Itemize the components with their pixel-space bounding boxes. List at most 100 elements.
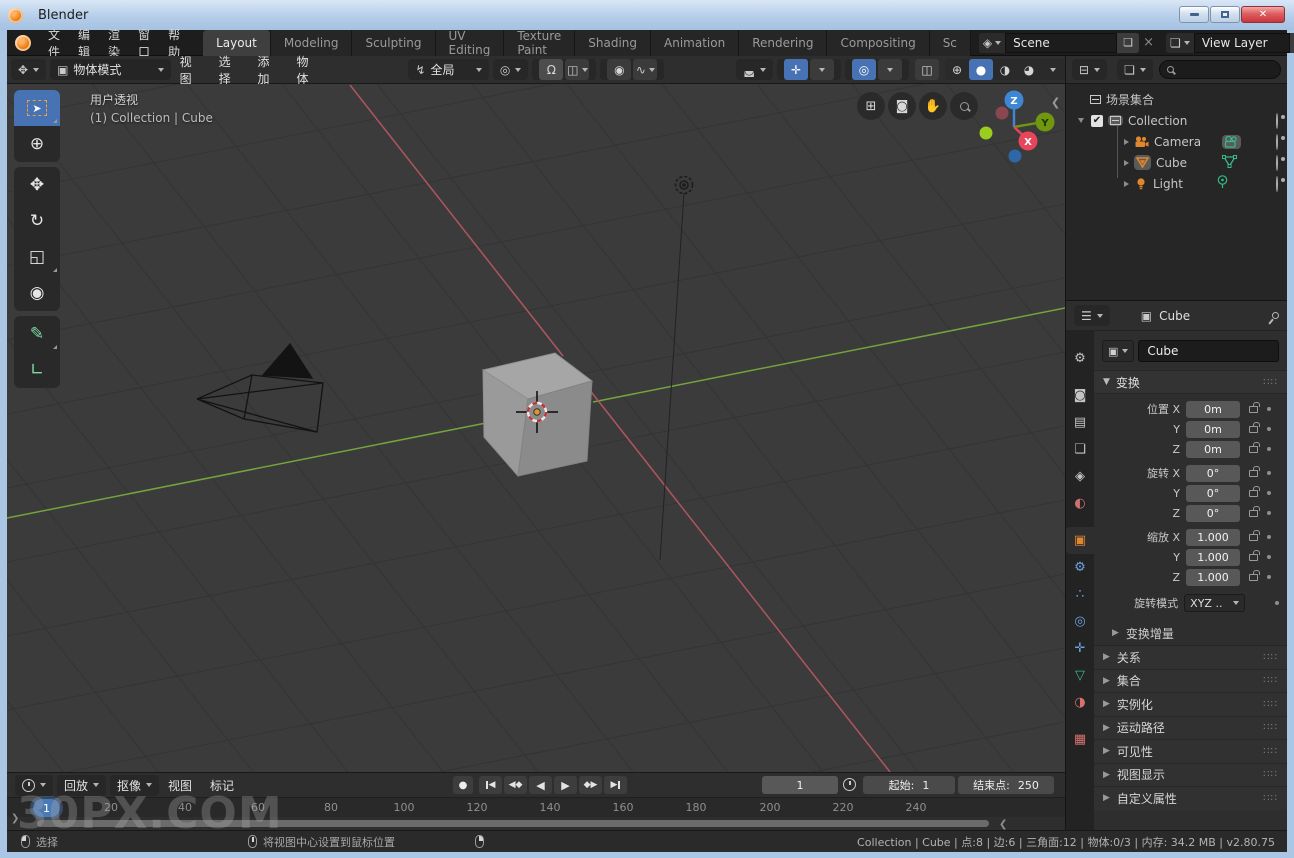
- lock-icon[interactable]: [1249, 549, 1260, 561]
- move-tool[interactable]: ✥: [14, 167, 60, 203]
- annotate-tool[interactable]: ✎: [14, 316, 60, 352]
- tab-world[interactable]: ◐: [1066, 490, 1094, 517]
- mode-dropdown[interactable]: ▣ 物体模式: [50, 59, 171, 80]
- frame-start-field[interactable]: 起始: 1: [863, 776, 955, 794]
- orientation-dropdown[interactable]: ↯ 全局: [408, 59, 489, 80]
- outliner-scene-collection-row[interactable]: 场景集合: [1066, 89, 1287, 110]
- scene-unlink-icon[interactable]: ×: [1143, 35, 1154, 50]
- lock-icon[interactable]: [1249, 569, 1260, 581]
- rotation-x-field[interactable]: 0°: [1186, 464, 1240, 482]
- collection-expand-icon[interactable]: [1078, 118, 1084, 123]
- editor-type-button[interactable]: ✥: [11, 59, 47, 80]
- eye-icon[interactable]: [1276, 175, 1278, 192]
- mesh-data-icon[interactable]: [1221, 154, 1237, 171]
- navigation-gizmo[interactable]: Z Y X: [957, 89, 1065, 179]
- collection-checkbox[interactable]: ✔: [1091, 114, 1103, 127]
- tab-render[interactable]: ◙: [1066, 382, 1094, 409]
- camera-data-icon[interactable]: [1222, 134, 1242, 149]
- menu-file[interactable]: 文件: [39, 28, 69, 59]
- tab-animation[interactable]: Animation: [651, 29, 740, 56]
- section-motion-paths[interactable]: ▶ 运动路径 ∷∷: [1094, 715, 1287, 739]
- animate-dot[interactable]: [1267, 427, 1271, 431]
- jump-to-start-button[interactable]: ◀: [479, 776, 502, 794]
- lock-icon[interactable]: [1249, 465, 1260, 477]
- tab-uv-editing[interactable]: UV Editing: [435, 29, 505, 57]
- lock-icon[interactable]: [1249, 421, 1260, 433]
- object-type-dropdown[interactable]: ▣: [1102, 340, 1135, 362]
- select-box-tool[interactable]: ➤: [14, 90, 60, 126]
- proportional-falloff-dropdown[interactable]: ∿: [633, 59, 658, 80]
- menu-render[interactable]: 渲染: [99, 28, 129, 59]
- tab-texture[interactable]: ▦: [1066, 726, 1094, 753]
- proportional-edit-icon[interactable]: ◉: [607, 59, 632, 80]
- outliner-light-row[interactable]: Light: [1066, 173, 1287, 194]
- section-custom-properties[interactable]: ▶ 自定义属性 ∷∷: [1094, 786, 1287, 810]
- rotation-z-field[interactable]: 0°: [1186, 504, 1240, 522]
- location-z-field[interactable]: 0m: [1186, 440, 1240, 458]
- outliner-editor-type-button[interactable]: ⊟: [1072, 59, 1108, 80]
- tab-constraints[interactable]: ✛: [1066, 635, 1094, 662]
- properties-editor-type-button[interactable]: ☰: [1074, 305, 1110, 326]
- pin-icon[interactable]: [1270, 310, 1281, 321]
- location-x-field[interactable]: 0m: [1186, 400, 1240, 418]
- stopwatch-icon[interactable]: [843, 778, 856, 791]
- menu-window[interactable]: 窗口: [129, 28, 159, 59]
- tab-scene[interactable]: ◈: [1066, 463, 1094, 490]
- overlays-toggle[interactable]: ◎: [852, 59, 876, 80]
- animate-dot[interactable]: [1267, 447, 1271, 451]
- visibility-dropdown[interactable]: ◛: [736, 59, 773, 80]
- play-reverse-button[interactable]: ◀: [529, 776, 552, 794]
- scene-name-field[interactable]: Scene: [1005, 32, 1118, 53]
- camera-view-button[interactable]: ◙: [888, 92, 916, 120]
- panel-drag-grip[interactable]: ∷∷: [1263, 377, 1278, 388]
- tab-scripting-truncated[interactable]: Sc: [929, 29, 971, 56]
- scale-y-field[interactable]: 1.000: [1186, 548, 1240, 566]
- section-relations[interactable]: ▶ 关系 ∷∷: [1094, 645, 1287, 669]
- animate-dot[interactable]: [1267, 471, 1271, 475]
- tab-texture-paint[interactable]: Texture Paint: [504, 29, 576, 57]
- scale-tool[interactable]: ◱: [14, 239, 60, 275]
- viewport-3d[interactable]: ➤ ⊕ ✥ ↻ ◱ ◉ ✎ ∟ 用户透视 (1) Collection | Cu…: [7, 84, 1065, 772]
- shading-material-icon[interactable]: ◑: [993, 59, 1017, 80]
- menu-add[interactable]: 添加: [249, 53, 288, 87]
- pivot-dropdown[interactable]: ◎: [492, 59, 529, 80]
- lock-icon[interactable]: [1249, 505, 1260, 517]
- timeline-scroll-arrow[interactable]: ❮: [999, 819, 1007, 830]
- menu-edit[interactable]: 编辑: [69, 28, 99, 59]
- view-layer-icon[interactable]: ❏: [1166, 32, 1194, 53]
- outliner-collection-row[interactable]: ✔ Collection: [1066, 110, 1287, 131]
- lock-icon[interactable]: [1249, 485, 1260, 497]
- tab-modifiers[interactable]: ⚙: [1066, 554, 1094, 581]
- section-visibility[interactable]: ▶ 可见性 ∷∷: [1094, 739, 1287, 763]
- prev-keyframe-button[interactable]: ◀◆: [504, 776, 527, 794]
- play-button[interactable]: ▶: [554, 776, 577, 794]
- eye-icon[interactable]: [1276, 154, 1278, 171]
- lock-icon[interactable]: [1249, 441, 1260, 453]
- overlays-dropdown[interactable]: [878, 59, 902, 80]
- gizmos-toggle[interactable]: ✛: [784, 59, 808, 80]
- animate-dot[interactable]: [1275, 601, 1279, 605]
- transform-delta-section[interactable]: ▶ 变换增量: [1094, 621, 1287, 645]
- eye-icon[interactable]: [1276, 133, 1278, 150]
- rotation-mode-dropdown[interactable]: XYZ ..: [1184, 594, 1246, 612]
- menu-object[interactable]: 物体: [288, 53, 327, 87]
- next-keyframe-button[interactable]: ◆▶: [579, 776, 602, 794]
- rotate-tool[interactable]: ↻: [14, 203, 60, 239]
- animate-dot[interactable]: [1267, 535, 1271, 539]
- location-y-field[interactable]: 0m: [1186, 420, 1240, 438]
- animate-dot[interactable]: [1267, 491, 1271, 495]
- section-collections[interactable]: ▶ 集合 ∷∷: [1094, 668, 1287, 692]
- outliner-cube-row[interactable]: Cube: [1066, 152, 1287, 173]
- auto-keying-record-icon[interactable]: ●: [453, 776, 473, 794]
- animate-dot[interactable]: [1267, 555, 1271, 559]
- transform-panel-header[interactable]: ▼ 变换 ∷∷: [1094, 370, 1287, 394]
- view-layer-copy-icon[interactable]: ❏: [1289, 32, 1294, 53]
- restore-button[interactable]: [1210, 6, 1240, 23]
- frame-end-field[interactable]: 结束点: 250: [958, 776, 1054, 794]
- tab-output[interactable]: ▤: [1066, 409, 1094, 436]
- jump-to-end-button[interactable]: ▶: [604, 776, 627, 794]
- scene-icon[interactable]: ◈: [978, 32, 1006, 53]
- tab-material[interactable]: ◑: [1066, 689, 1094, 716]
- scale-x-field[interactable]: 1.000: [1186, 528, 1240, 546]
- xray-toggle[interactable]: ◫: [915, 59, 939, 80]
